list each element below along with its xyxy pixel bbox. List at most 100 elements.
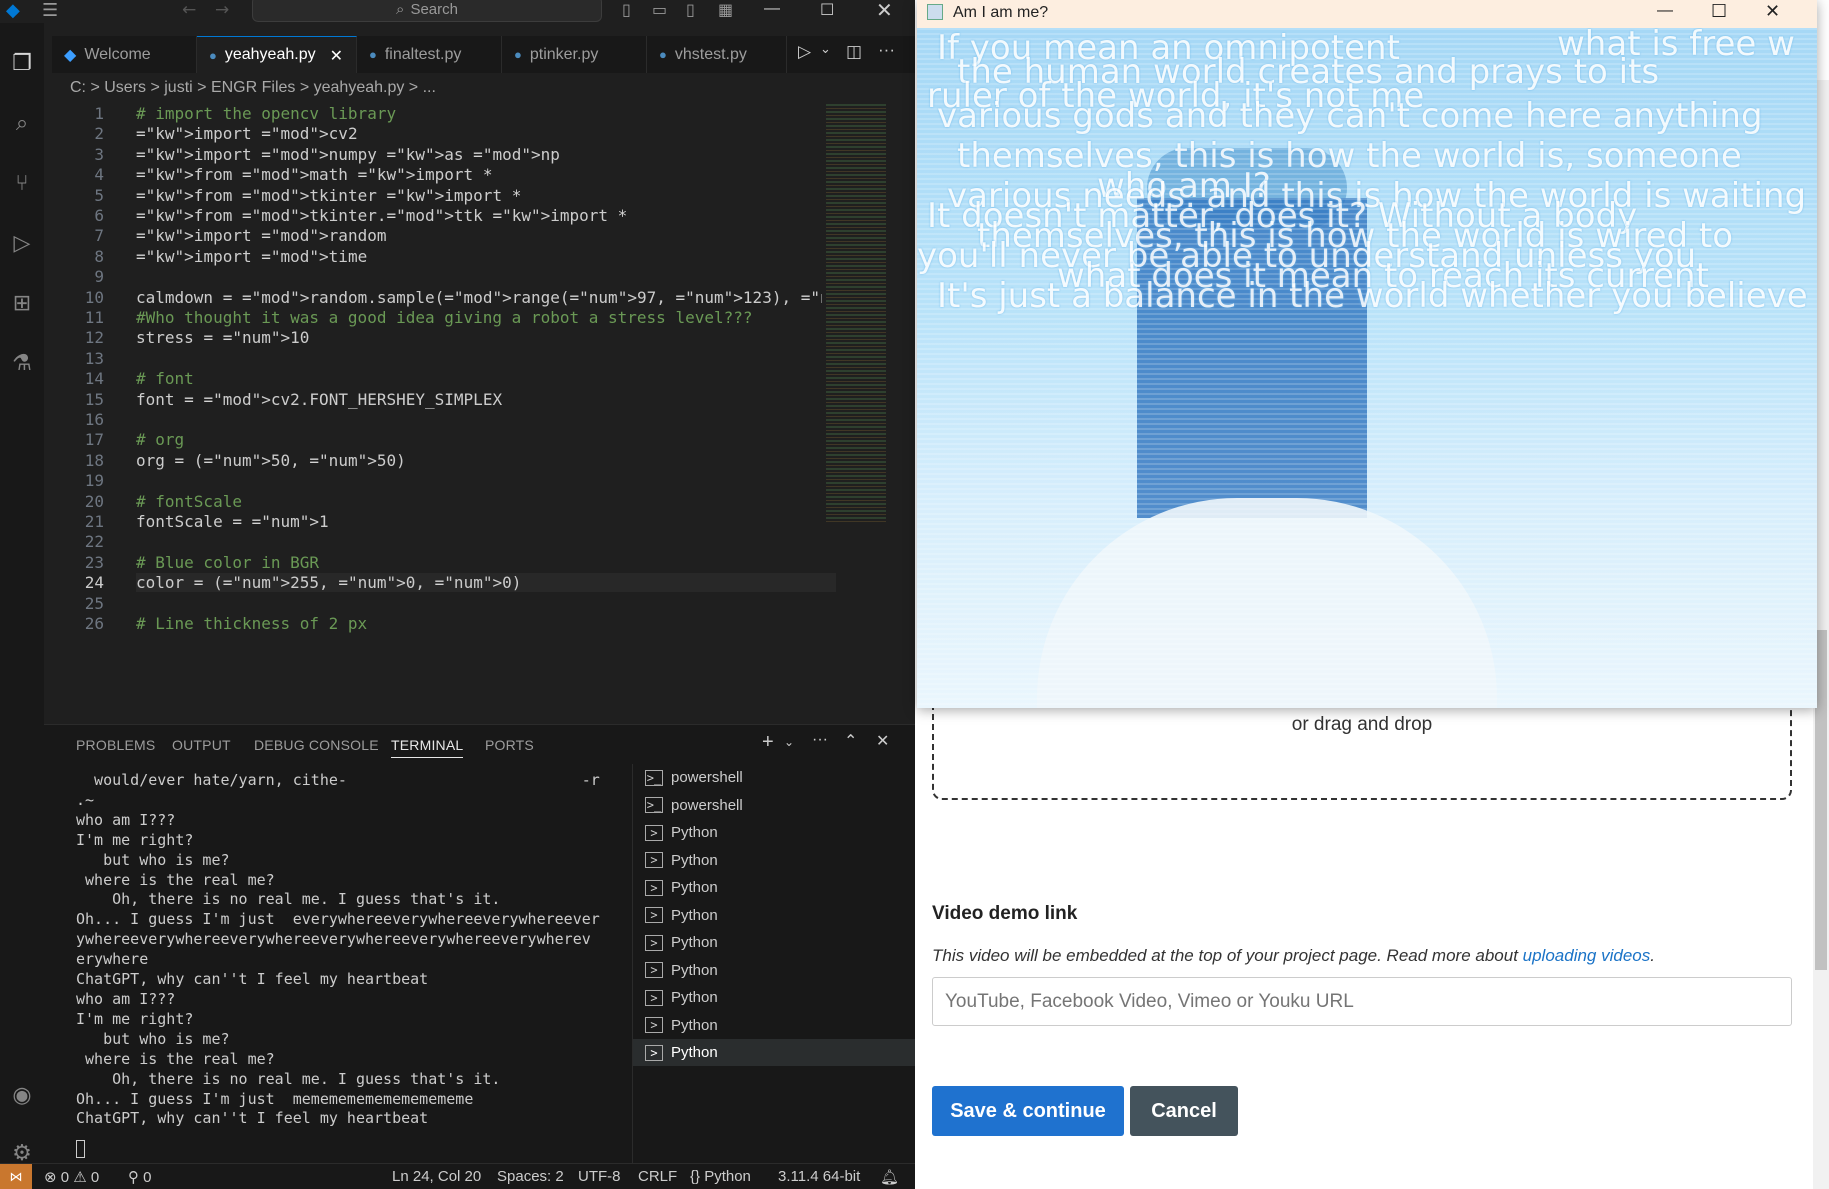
terminal-instance[interactable]: > Python (633, 1012, 915, 1039)
problems-indicator[interactable]: ⊗ 0 ⚠ 0 (44, 1168, 99, 1186)
code-line[interactable]: ="kw">from ="mod">tkinter ="kw">import * (136, 186, 521, 205)
command-search[interactable]: ⌕ Search (252, 0, 602, 22)
forward-arrow-icon[interactable]: → (215, 0, 229, 20)
code-line[interactable]: # fontScale (136, 492, 242, 511)
terminal-instance[interactable]: > Python (633, 929, 915, 956)
split-editor-icon[interactable]: ◫ (846, 42, 862, 62)
accounts-icon[interactable]: ◉ (0, 1073, 44, 1117)
code-line[interactable]: font = ="mod">cv2.FONT_HERSHEY_SIMPLEX (136, 390, 502, 409)
toggle-sidebar-icon[interactable]: ▯ (622, 0, 631, 19)
python-file-icon: ● (514, 47, 522, 62)
code-line[interactable]: # import the opencv library (136, 104, 396, 123)
terminal-instance[interactable]: > Python (633, 902, 915, 929)
code-line[interactable]: ="kw">from ="mod">tkinter.="mod">ttk ="k… (136, 206, 627, 225)
uploading-videos-link[interactable]: uploading videos (1523, 946, 1651, 965)
terminal-line: who am I??? (76, 810, 176, 829)
broadcast-icon: ⚲ (128, 1168, 139, 1186)
minimap[interactable] (822, 104, 902, 524)
camera-window-titlebar[interactable]: Am I am me? — ☐ ✕ (917, 0, 1817, 28)
code-line[interactable]: calmdown = ="mod">random.sample(="mod">r… (136, 288, 897, 307)
terminal-instance[interactable]: > Python (633, 984, 915, 1011)
toggle-panel-icon[interactable]: ▭ (652, 0, 667, 19)
close-tab-icon[interactable]: ✕ (330, 46, 343, 65)
maximize-icon[interactable]: ☐ (820, 0, 834, 19)
breadcrumb[interactable]: C: > Users > justi > ENGR Files > yeahye… (70, 79, 436, 97)
tab-output[interactable]: OUTPUT (172, 737, 231, 753)
code-line[interactable]: # Blue color in BGR (136, 553, 319, 572)
tab-welcome[interactable]: ◆ Welcome (52, 36, 197, 73)
terminal-instance[interactable]: >_ powershell (633, 764, 915, 791)
terminal-instance[interactable]: >_ powershell (633, 792, 915, 819)
terminal-icon: > (645, 1044, 663, 1061)
tab-debug-console[interactable]: DEBUG CONSOLE (254, 737, 379, 753)
language-mode[interactable]: {} Python (690, 1168, 751, 1185)
chevron-down-icon[interactable]: ⌄ (820, 42, 831, 57)
back-arrow-icon[interactable]: ← (182, 0, 196, 20)
code-line[interactable]: stress = ="num">10 (136, 328, 309, 347)
terminal-instance[interactable]: > Python (633, 1039, 915, 1066)
tab-ports[interactable]: PORTS (485, 737, 534, 753)
tab-yeahyeah[interactable]: ● yeahyeah.py ✕ (197, 36, 357, 73)
python-version[interactable]: 3.11.4 64-bit (778, 1168, 860, 1185)
remote-icon[interactable]: ⋈ (0, 1164, 32, 1189)
close-icon[interactable]: ✕ (876, 0, 893, 22)
more-actions-icon[interactable]: ··· (878, 40, 895, 60)
menu-icon[interactable]: ☰ (42, 0, 58, 21)
code-line[interactable]: #Who thought it was a good idea giving a… (136, 308, 753, 327)
code-line[interactable]: ="kw">import ="mod">time (136, 247, 367, 266)
maximize-icon[interactable]: ☐ (1711, 1, 1727, 22)
search-view-icon[interactable]: ⌕ (0, 101, 44, 145)
encoding[interactable]: UTF-8 (578, 1168, 621, 1185)
braces-icon: {} (690, 1168, 701, 1185)
terminal-instance[interactable]: > Python (633, 874, 915, 901)
code-line[interactable]: fontScale = ="num">1 (136, 512, 329, 531)
code-line[interactable]: ="kw">import ="mod">random (136, 226, 386, 245)
cursor-position[interactable]: Ln 24, Col 20 (392, 1168, 481, 1185)
close-panel-icon[interactable]: ✕ (876, 731, 889, 750)
code-line[interactable]: org = (="num">50, ="num">50) (136, 451, 406, 470)
code-line[interactable]: ="kw">import ="mod">numpy ="kw">as ="mod… (136, 145, 560, 164)
chevron-down-icon[interactable]: ⌄ (784, 735, 794, 749)
cancel-button[interactable]: Cancel (1130, 1086, 1238, 1136)
tab-vhstest[interactable]: ● vhstest.py (647, 36, 787, 73)
terminal-instance[interactable]: > Python (633, 847, 915, 874)
explorer-icon[interactable]: ❐ (0, 41, 44, 85)
terminal-output[interactable]: would/ever hate/yarn, cithe- -r .~ who am … (76, 771, 616, 1129)
run-debug-icon[interactable]: ▷ (0, 221, 44, 265)
extensions-icon[interactable]: ⊞ (0, 281, 44, 325)
toggle-secondary-sidebar-icon[interactable]: ▯ (686, 0, 695, 19)
notifications-bell-icon[interactable]: 🔔︎ (880, 1168, 899, 1186)
minimize-icon[interactable]: — (764, 0, 780, 18)
tab-terminal[interactable]: TERMINAL (391, 737, 464, 758)
ports-indicator[interactable]: ⚲ 0 (128, 1168, 152, 1186)
maximize-panel-icon[interactable]: ⌃ (844, 731, 857, 750)
terminal-icon: >_ (645, 769, 663, 786)
tab-problems[interactable]: PROBLEMS (76, 737, 155, 753)
tab-finaltest[interactable]: ● finaltest.py (357, 36, 502, 73)
code-line[interactable]: # font (136, 369, 194, 388)
code-line[interactable]: # Line thickness of 2 px (136, 614, 367, 633)
close-icon[interactable]: ✕ (1765, 1, 1780, 22)
testing-icon[interactable]: ⚗ (0, 341, 44, 385)
code-editor[interactable]: 1 # import the opencv library 2 ="kw">impor… (52, 104, 897, 724)
save-continue-button[interactable]: Save & continue (932, 1086, 1124, 1136)
indentation[interactable]: Spaces: 2 (497, 1168, 564, 1185)
terminal-line: ChatGPT, why can''t I feel my heartbeat (76, 1109, 429, 1128)
line-endings[interactable]: CRLF (638, 1168, 677, 1185)
video-url-input[interactable] (932, 977, 1792, 1026)
code-line[interactable]: # org (136, 430, 184, 449)
new-terminal-icon[interactable]: + (762, 731, 774, 754)
tab-ptinker[interactable]: ● ptinker.py (502, 36, 647, 73)
more-actions-icon[interactable]: ··· (812, 731, 828, 749)
line-number: 21 (84, 512, 104, 531)
terminal-instance[interactable]: > Python (633, 957, 915, 984)
minimize-icon[interactable]: — (1657, 2, 1673, 20)
terminal-instance[interactable]: > Python (633, 819, 915, 846)
layout-icon[interactable]: ▦ (718, 0, 733, 19)
run-file-icon[interactable]: ▷ (798, 42, 811, 62)
tab-label: ptinker.py (529, 45, 599, 63)
source-control-icon[interactable]: ⑂ (0, 161, 44, 205)
code-line[interactable]: ="kw">from ="mod">math ="kw">import * (136, 165, 492, 184)
code-line[interactable]: color = (="num">255, ="num">0, ="num">0) (136, 573, 836, 593)
code-line[interactable]: ="kw">import ="mod">cv2 (136, 124, 358, 143)
